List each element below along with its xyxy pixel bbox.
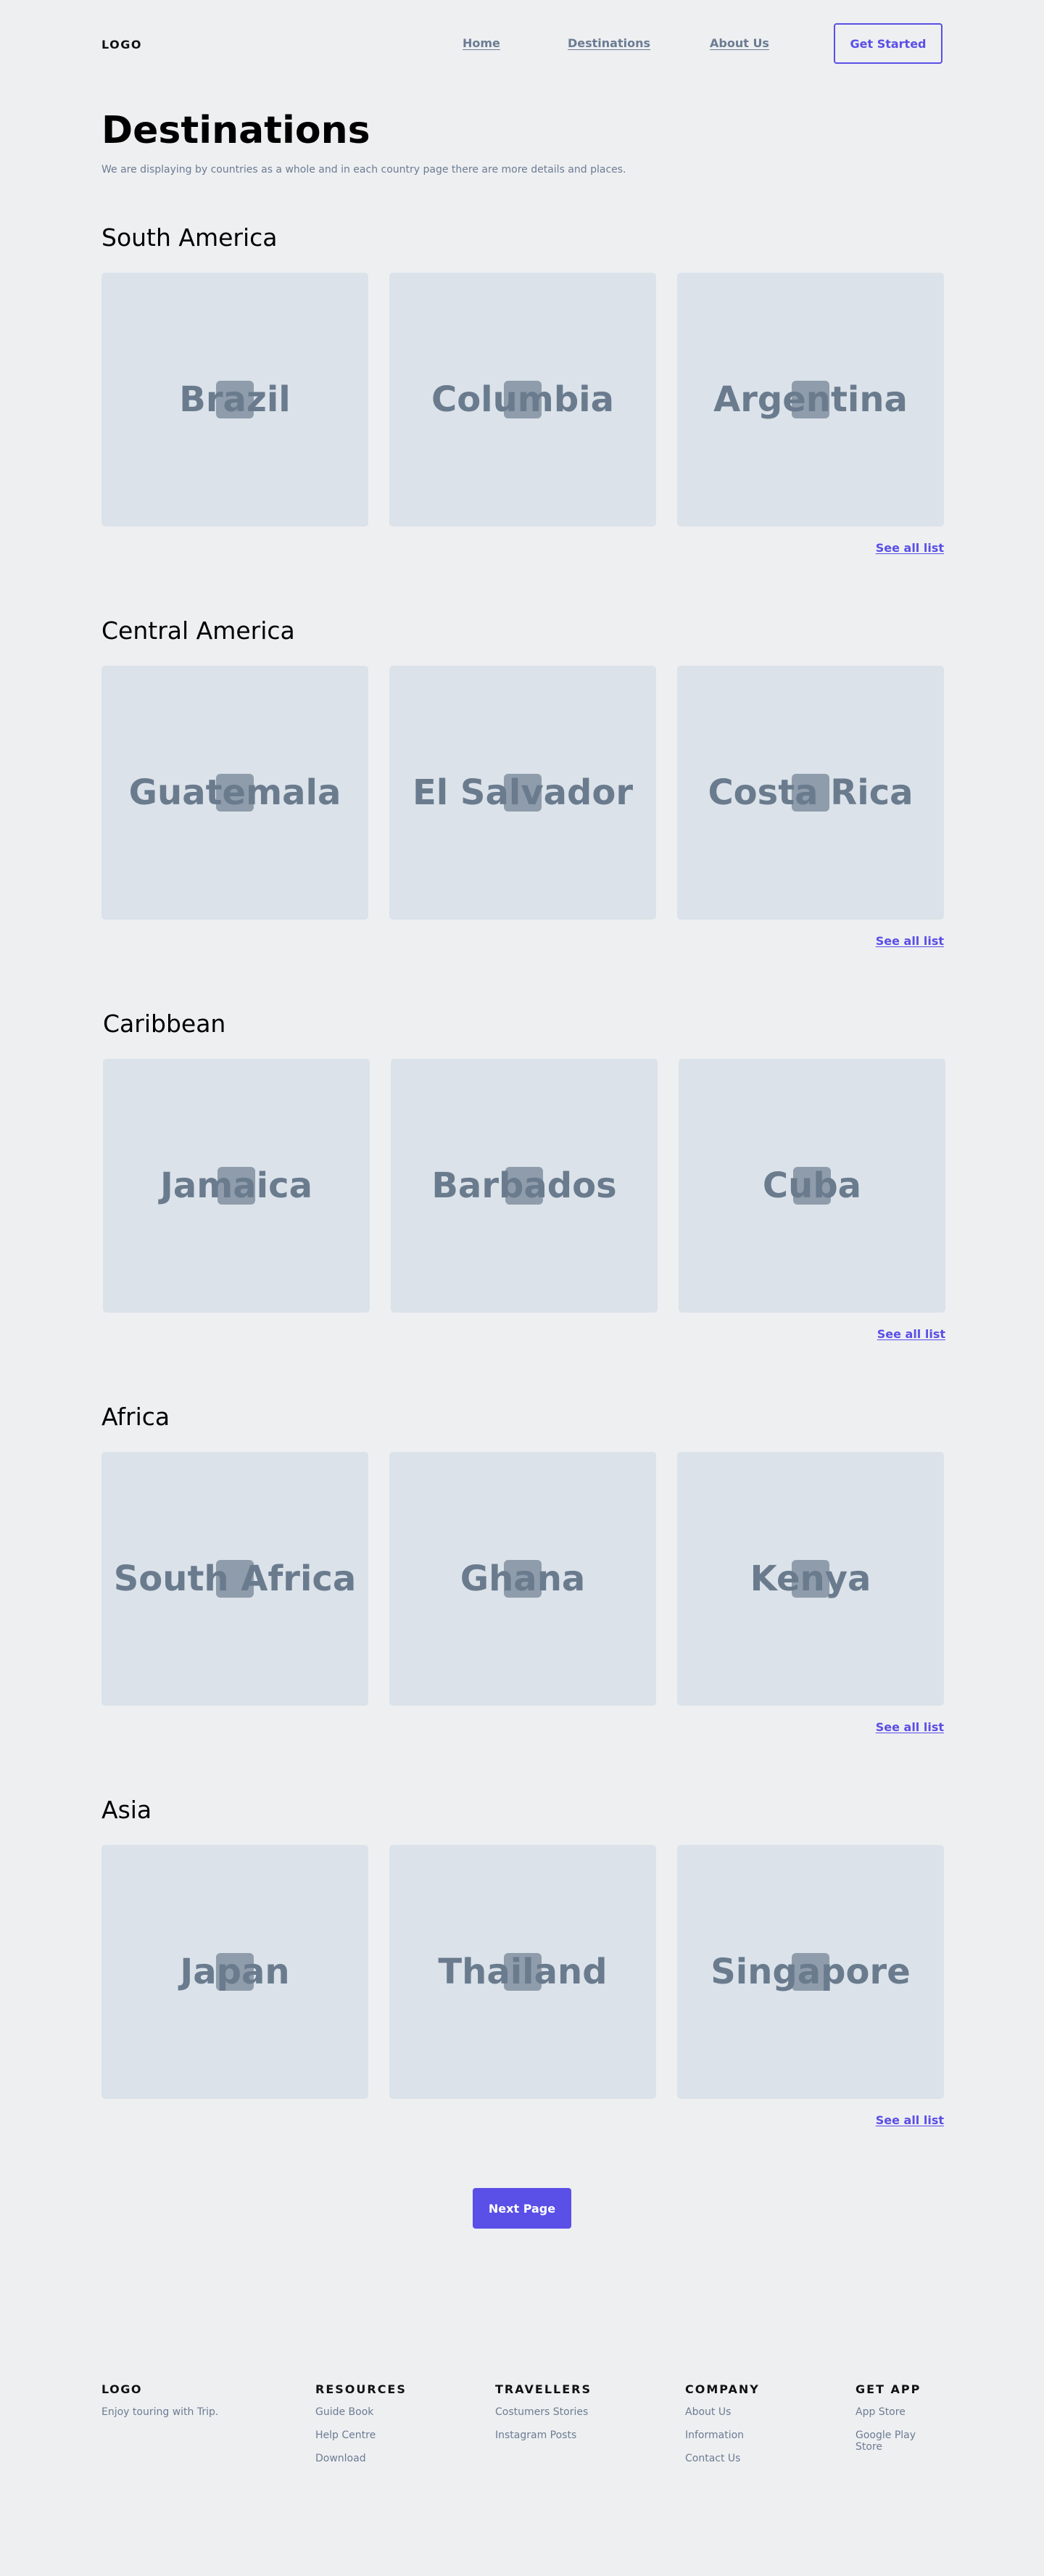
country-name: Guatemala <box>128 772 341 813</box>
country-card[interactable]: Ghana <box>389 1452 656 1706</box>
country-card[interactable]: Japan <box>102 1845 368 2099</box>
country-card[interactable]: Guatemala <box>102 666 368 920</box>
country-name: Singapore <box>710 1952 911 1992</box>
country-card[interactable]: Costa Rica <box>677 666 944 920</box>
country-name: Kenya <box>750 1559 871 1599</box>
footer-link[interactable]: Instagram Posts <box>495 2430 592 2441</box>
footer-link[interactable]: Costumers Stories <box>495 2406 592 2418</box>
country-card[interactable]: El Salvador <box>389 666 656 920</box>
footer-link[interactable]: Download <box>315 2453 407 2464</box>
get-started-button[interactable]: Get Started <box>834 23 942 64</box>
country-card[interactable]: Jamaica <box>103 1059 370 1313</box>
footer-column-get-app: GET APP App Store Google Play Store <box>856 2382 942 2464</box>
footer-link[interactable]: About Us <box>685 2406 760 2418</box>
see-all-link[interactable]: See all list <box>876 2113 944 2127</box>
see-all-link[interactable]: See all list <box>876 541 944 555</box>
country-name: Cuba <box>762 1165 862 1206</box>
logo[interactable]: LOGO <box>102 38 142 51</box>
footer-column-travellers: TRAVELLERS Costumers Stories Instagram P… <box>495 2382 592 2453</box>
country-name: Barbados <box>431 1165 617 1206</box>
page-subtitle: We are displaying by countries as a whol… <box>102 164 626 176</box>
region-title: Asia <box>102 1796 152 1824</box>
see-all-link[interactable]: See all list <box>876 934 944 948</box>
country-card[interactable]: Kenya <box>677 1452 944 1706</box>
footer-column-heading: COMPANY <box>685 2382 760 2396</box>
country-name: El Salvador <box>412 772 634 813</box>
region-title: Caribbean <box>103 1010 226 1038</box>
footer-brand: LOGO Enjoy touring with Trip. <box>102 2382 218 2418</box>
nav-home-link[interactable]: Home <box>463 36 500 50</box>
country-card[interactable]: Singapore <box>677 1845 944 2099</box>
footer-tagline: Enjoy touring with Trip. <box>102 2406 219 2418</box>
site-header: LOGO Home Destinations About Us Get Star… <box>102 23 942 64</box>
nav-destinations-link[interactable]: Destinations <box>568 36 650 50</box>
country-name: Costa Rica <box>708 772 914 813</box>
country-name: Columbia <box>431 379 615 420</box>
footer-logo[interactable]: LOGO <box>102 2382 218 2396</box>
country-name: Thailand <box>438 1952 608 1992</box>
country-card[interactable]: Argentina <box>677 273 944 527</box>
see-all-link[interactable]: See all list <box>876 1720 944 1734</box>
footer-link[interactable]: Guide Book <box>315 2406 407 2418</box>
country-name: Ghana <box>460 1559 586 1599</box>
country-card[interactable]: Columbia <box>389 273 656 527</box>
footer-column-heading: TRAVELLERS <box>495 2382 592 2396</box>
footer-column-heading: RESOURCES <box>315 2382 407 2396</box>
footer-link[interactable]: Help Centre <box>315 2430 407 2441</box>
footer-column-heading: GET APP <box>856 2382 921 2396</box>
country-card[interactable]: South Africa <box>102 1452 368 1706</box>
footer-link[interactable]: App Store <box>856 2406 942 2418</box>
footer-column-company: COMPANY About Us Information Contact Us <box>685 2382 760 2476</box>
country-name: Jamaica <box>160 1165 312 1206</box>
region-title: South America <box>102 223 278 252</box>
country-name: Japan <box>180 1952 290 1992</box>
region-title: Central America <box>102 616 295 645</box>
country-name: Brazil <box>179 379 291 420</box>
nav-about-us-link[interactable]: About Us <box>710 36 769 50</box>
region-title: Africa <box>102 1403 170 1431</box>
country-card[interactable]: Cuba <box>679 1059 945 1313</box>
footer-link[interactable]: Contact Us <box>685 2453 760 2464</box>
country-name: South Africa <box>113 1559 357 1599</box>
page: LOGO Home Destinations About Us Get Star… <box>0 0 1044 2576</box>
footer-link[interactable]: Google Play Store <box>856 2430 942 2453</box>
next-page-button[interactable]: Next Page <box>473 2188 571 2229</box>
country-card[interactable]: Brazil <box>102 273 368 527</box>
footer-column-resources: RESOURCES Guide Book Help Centre Downloa… <box>315 2382 407 2476</box>
country-name: Argentina <box>713 379 908 420</box>
country-card[interactable]: Barbados <box>391 1059 658 1313</box>
footer-link[interactable]: Information <box>685 2430 760 2441</box>
country-card[interactable]: Thailand <box>389 1845 656 2099</box>
page-title: Destinations <box>102 109 370 152</box>
see-all-link[interactable]: See all list <box>877 1327 945 1341</box>
